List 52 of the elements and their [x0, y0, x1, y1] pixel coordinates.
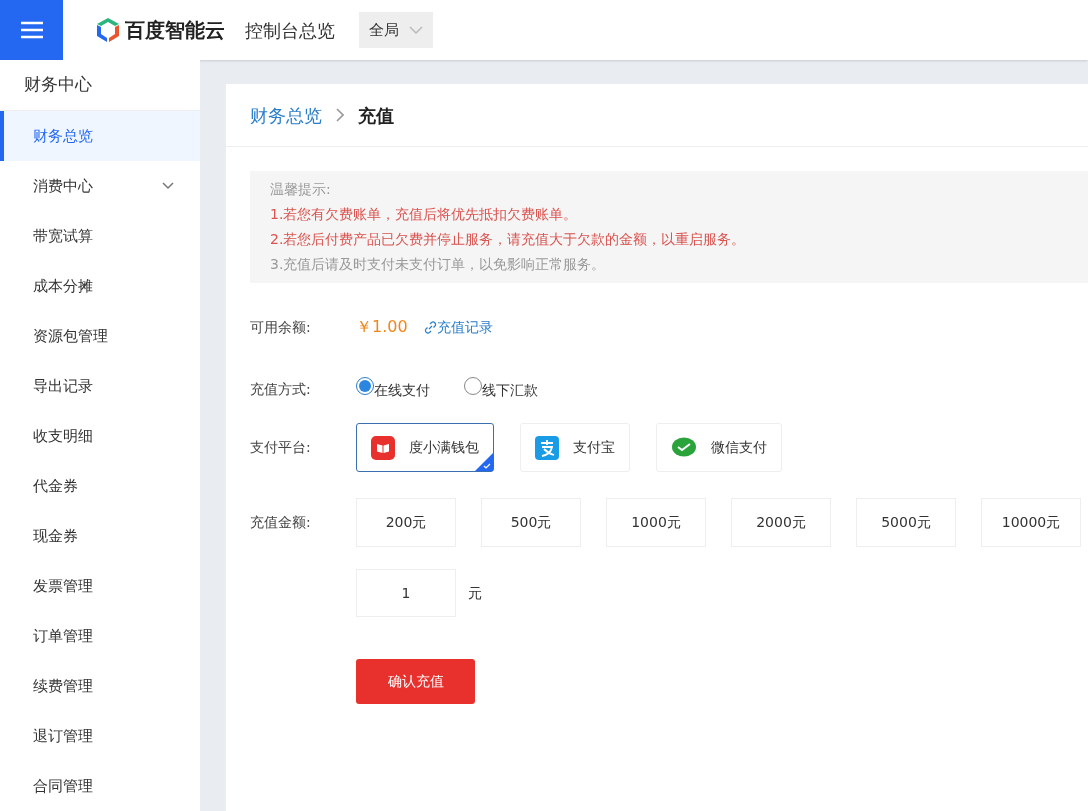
amount-option[interactable]: 500元: [481, 498, 581, 547]
breadcrumb-item: 充值: [358, 103, 394, 128]
notice-title: 温馨提示:: [270, 180, 332, 199]
amount-option[interactable]: 2000元: [731, 498, 831, 547]
sidebar-item[interactable]: 现金券: [0, 511, 200, 561]
breadcrumb-item[interactable]: 财务总览: [250, 101, 322, 129]
sidebar-item[interactable]: 财务总览: [0, 111, 200, 161]
sidebar-item[interactable]: 带宽试算: [0, 211, 200, 261]
alipay-logo-icon: [535, 435, 559, 460]
amount-option[interactable]: 5000元: [856, 498, 956, 547]
menu-button[interactable]: [0, 0, 63, 60]
field-label: 充值方式:: [250, 379, 312, 399]
field-label: 可用余额:: [250, 317, 312, 337]
notice-line: 2.若您后付费产品已欠费并停止服务，请充值大于欠款的金额，以重启服务。: [270, 230, 747, 249]
cube-logo-icon: [95, 17, 121, 43]
payment-option[interactable]: 微信支付: [656, 423, 782, 472]
radio-option[interactable]: 在线支付: [356, 377, 430, 401]
sidebar-item[interactable]: 代金券: [0, 461, 200, 511]
amount-option[interactable]: 1000元: [606, 498, 706, 547]
unit-label: 元: [468, 583, 482, 603]
menu-icon: [20, 21, 43, 39]
sidebar-item[interactable]: 续费管理: [0, 661, 200, 711]
nav-title[interactable]: 控制台总览: [245, 16, 335, 44]
field-label: 充值金额:: [250, 513, 312, 532]
field-label: 支付平台:: [250, 438, 312, 457]
sidebar-item[interactable]: 发票管理: [0, 561, 200, 611]
recharge-record-link[interactable]: 充值记录: [423, 316, 493, 338]
scope-dropdown[interactable]: 全局: [359, 12, 433, 48]
radio-option[interactable]: 线下汇款: [464, 377, 538, 401]
selected-check-icon: [475, 453, 493, 471]
wallet-logo-icon: [371, 435, 395, 460]
sidebar-item[interactable]: 消费中心: [0, 161, 200, 211]
chevron-down-icon: [409, 26, 423, 34]
sidebar-item[interactable]: 订单管理: [0, 611, 200, 661]
confirm-recharge-button[interactable]: 确认充值: [356, 659, 475, 704]
notice-line: 1.若您有欠费账单，充值后将优先抵扣欠费账单。: [270, 205, 579, 224]
sidebar-item[interactable]: 退订管理: [0, 711, 200, 761]
sidebar-item[interactable]: 收支明细: [0, 411, 200, 461]
chevron-right-icon: [336, 108, 344, 122]
balance-amount: ￥1.00: [356, 316, 408, 338]
amount-input[interactable]: 1: [356, 569, 456, 617]
amount-option[interactable]: 200元: [356, 498, 456, 547]
brand-name: 百度智能云: [125, 17, 225, 44]
amount-option[interactable]: 10000元: [981, 498, 1081, 547]
link-icon: [423, 320, 437, 334]
payment-option[interactable]: 度小满钱包: [356, 423, 494, 472]
sidebar-item[interactable]: 合同管理: [0, 761, 200, 811]
payment-option[interactable]: 支付宝: [520, 423, 630, 472]
sidebar-item[interactable]: 资源包管理: [0, 311, 200, 361]
sidebar-item[interactable]: 成本分摊: [0, 261, 200, 311]
notice-line: 3.充值后请及时支付未支付订单，以免影响正常服务。: [270, 255, 607, 274]
sidebar-item[interactable]: 导出记录: [0, 361, 200, 411]
